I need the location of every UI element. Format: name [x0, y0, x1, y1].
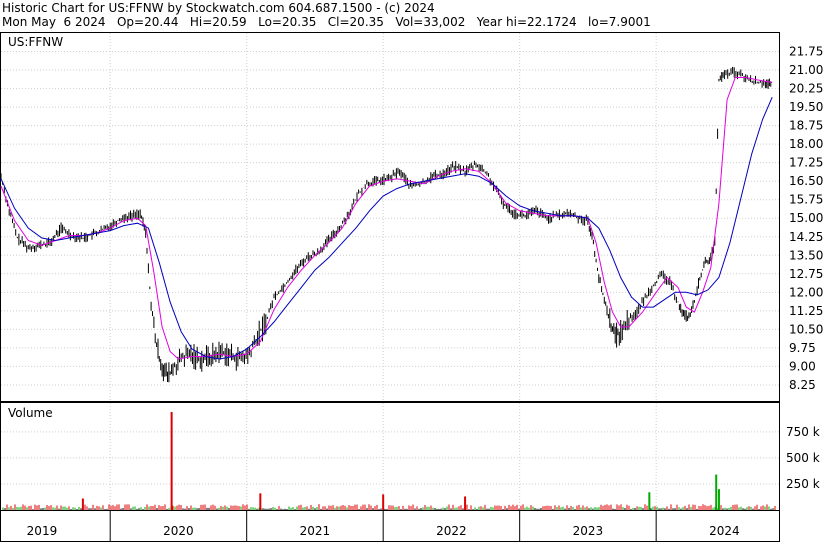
price-tick-label: 12.00 [789, 285, 823, 299]
price-tick-label: 18.00 [789, 137, 823, 151]
x-tick-label: 2020 [163, 524, 194, 538]
x-tick-label: 2021 [300, 524, 331, 538]
price-tick-label: 10.50 [789, 322, 823, 336]
volume-plot-frame [0, 402, 780, 511]
price-tick-label: 8.25 [789, 378, 816, 392]
price-tick-label: 14.25 [789, 230, 823, 244]
price-tick-label: 21.00 [789, 63, 823, 77]
price-panel: US:FFNW 21.75 21.00 20.25 19.50 18.75 18.00 17… [0, 32, 823, 402]
price-y-axis: 21.75 21.00 20.25 19.50 18.75 18.00 17.25 16.50… [789, 45, 823, 392]
volume-title: Volume [8, 406, 53, 420]
volume-y-axis: 750 k 500 k 250 k [786, 425, 820, 491]
x-tick-label: 2024 [709, 524, 740, 538]
volume-tick-label: 250 k [786, 477, 820, 491]
x-tick-label: 2022 [436, 524, 467, 538]
price-tick-label: 9.00 [789, 359, 816, 373]
volume-panel: Volume 750 k 500 k 250 k [0, 402, 820, 511]
price-tick-label: 15.00 [789, 211, 823, 225]
x-tick-label: 2019 [27, 524, 58, 538]
volume-tick-label: 500 k [786, 451, 820, 465]
x-axis-frame [0, 510, 780, 542]
price-plot-frame [0, 32, 780, 402]
price-tick-label: 16.50 [789, 174, 823, 188]
price-tick-label: 18.75 [789, 119, 823, 133]
price-tick-label: 11.25 [789, 304, 823, 318]
stock-chart: US:FFNW 21.75 21.00 20.25 19.50 18.75 18.00 17… [0, 32, 823, 542]
price-tick-label: 12.75 [789, 267, 823, 281]
price-tick-label: 15.75 [789, 193, 823, 207]
price-tick-label: 21.75 [789, 45, 823, 59]
x-axis: 2019 2020 2021 2022 2023 2024 [0, 510, 780, 542]
price-tick-label: 9.75 [789, 341, 816, 355]
price-tick-label: 20.25 [789, 82, 823, 96]
price-tick-label: 17.25 [789, 156, 823, 170]
price-tick-label: 19.50 [789, 100, 823, 114]
volume-tick-label: 750 k [786, 425, 820, 439]
symbol-label: US:FFNW [8, 35, 63, 49]
x-tick-label: 2023 [573, 524, 604, 538]
price-tick-label: 13.50 [789, 248, 823, 262]
